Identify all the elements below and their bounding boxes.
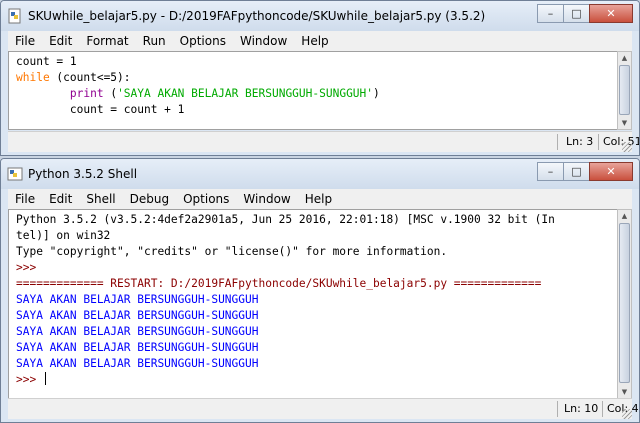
output-line: SAYA AKAN BELAJAR BERSUNGGUH-SUNGGUH (16, 357, 259, 370)
status-divider (602, 401, 603, 417)
menu-help[interactable]: Help (294, 34, 335, 48)
close-icon: ✕ (606, 7, 616, 20)
output-line: SAYA AKAN BELAJAR BERSUNGGUH-SUNGGUH (16, 325, 259, 338)
minimize-icon: – (547, 165, 554, 178)
editor-scrollbar[interactable]: ▲ ▼ (617, 51, 632, 130)
code-editor[interactable]: count = 1 while (count<=5): print ('SAYA… (8, 51, 619, 130)
shell-prompt: >>> (16, 261, 43, 274)
menu-options[interactable]: Options (173, 34, 233, 48)
shell-console[interactable]: Python 3.5.2 (v3.5.2:4def2a2901a5, Jun 2… (8, 209, 619, 399)
code-builtin: print (69, 87, 104, 100)
scroll-up-icon[interactable]: ▲ (618, 210, 631, 222)
menu-format[interactable]: Format (79, 34, 135, 48)
output-line: SAYA AKAN BELAJAR BERSUNGGUH-SUNGGUH (16, 341, 259, 354)
code-string: 'SAYA AKAN BELAJAR BERSUNGGUH-SUNGGUH' (117, 87, 374, 100)
scroll-down-icon[interactable]: ▼ (618, 386, 631, 398)
menu-edit[interactable]: Edit (42, 192, 79, 206)
menu-options[interactable]: Options (176, 192, 236, 206)
shell-menubar: File Edit Shell Debug Options Window Hel… (8, 189, 632, 209)
line-indicator: Ln: 10 (564, 402, 599, 415)
scroll-thumb[interactable] (619, 65, 630, 115)
minimize-icon: – (547, 7, 554, 20)
status-divider (557, 401, 558, 417)
shell-scrollbar[interactable]: ▲ ▼ (617, 209, 632, 399)
output-line: SAYA AKAN BELAJAR BERSUNGGUH-SUNGGUH (16, 309, 259, 322)
close-icon: ✕ (606, 165, 616, 178)
minimize-button[interactable]: – (537, 4, 564, 23)
scroll-thumb[interactable] (619, 223, 630, 383)
status-divider (598, 134, 599, 150)
editor-statusbar: Ln: 3 Col: 51 (8, 131, 639, 152)
resize-grip-icon[interactable] (622, 409, 632, 419)
menu-debug[interactable]: Debug (123, 192, 176, 206)
scroll-up-icon[interactable]: ▲ (618, 52, 631, 64)
menu-shell[interactable]: Shell (79, 192, 122, 206)
editor-window: SKUwhile_belajar5.py - D:/2019FAFpythonc… (0, 0, 640, 156)
restart-line: ============= RESTART: D:/2019FAFpythonc… (16, 277, 542, 290)
editor-menubar: File Edit Format Run Options Window Help (8, 31, 632, 51)
code-line: count = count + 1 (16, 103, 185, 116)
text-cursor (44, 372, 46, 385)
banner-line: Python 3.5.2 (v3.5.2:4def2a2901a5, Jun 2… (16, 213, 555, 226)
resize-grip-icon[interactable] (622, 142, 632, 152)
shell-window: Python 3.5.2 Shell – □ ✕ File Edit Shell… (0, 158, 640, 423)
output-line: SAYA AKAN BELAJAR BERSUNGGUH-SUNGGUH (16, 293, 259, 306)
maximize-icon: □ (571, 7, 582, 20)
code-line: count = 1 (16, 55, 77, 68)
menu-run[interactable]: Run (136, 34, 173, 48)
python-file-icon (8, 8, 21, 24)
code-text: ) (373, 87, 380, 100)
menu-file[interactable]: File (8, 34, 42, 48)
status-divider (557, 134, 558, 150)
editor-title: SKUwhile_belajar5.py - D:/2019FAFpythonc… (28, 9, 486, 23)
shell-title: Python 3.5.2 Shell (28, 167, 138, 181)
banner-line: Type "copyright", "credits" or "license(… (16, 245, 448, 258)
shell-titlebar[interactable]: Python 3.5.2 Shell – □ ✕ (1, 159, 639, 189)
banner-line: tel)] on win32 (16, 229, 111, 242)
menu-edit[interactable]: Edit (42, 34, 79, 48)
maximize-icon: □ (571, 165, 582, 178)
maximize-button[interactable]: □ (563, 162, 590, 181)
menu-file[interactable]: File (8, 192, 42, 206)
close-button[interactable]: ✕ (589, 4, 633, 23)
shell-prompt: >>> (16, 373, 43, 386)
editor-titlebar[interactable]: SKUwhile_belajar5.py - D:/2019FAFpythonc… (1, 1, 639, 31)
close-button[interactable]: ✕ (589, 162, 633, 181)
scroll-down-icon[interactable]: ▼ (618, 117, 631, 129)
menu-window[interactable]: Window (233, 34, 294, 48)
menu-window[interactable]: Window (236, 192, 297, 206)
line-indicator: Ln: 3 (566, 135, 594, 148)
minimize-button[interactable]: – (537, 162, 564, 181)
python-shell-icon (7, 167, 23, 181)
maximize-button[interactable]: □ (563, 4, 590, 23)
code-text: (count<=5): (49, 71, 131, 84)
shell-statusbar: Ln: 10 Col: 4 (8, 398, 639, 419)
menu-help[interactable]: Help (298, 192, 339, 206)
code-keyword: while (16, 71, 50, 84)
code-text: ( (103, 87, 118, 100)
